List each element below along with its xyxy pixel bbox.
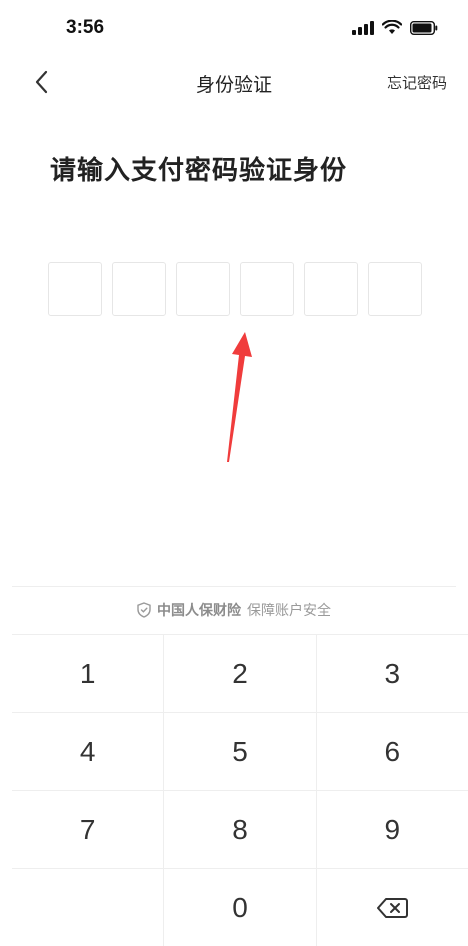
key-4[interactable]: 4	[12, 713, 163, 790]
backspace-icon	[377, 897, 409, 918]
keypad-row: 4 5 6	[12, 712, 468, 790]
status-icons	[352, 20, 438, 35]
shield-icon	[137, 602, 151, 618]
numeric-keypad: 1 2 3 4 5 6 7 8 9 0	[12, 634, 468, 946]
pin-box-5[interactable]	[304, 262, 358, 316]
nav-bar: 身份验证 忘记密码	[0, 60, 468, 104]
keypad-row: 7 8 9	[12, 790, 468, 868]
signal-icon	[352, 20, 374, 35]
pin-box-4[interactable]	[240, 262, 294, 316]
security-tagline: 保障账户安全	[247, 603, 331, 619]
backspace-key[interactable]	[315, 869, 468, 946]
status-time: 3:56	[66, 17, 105, 38]
key-empty	[12, 869, 163, 946]
divider	[12, 586, 456, 587]
status-bar: 3:56	[0, 0, 468, 60]
key-7[interactable]: 7	[12, 791, 163, 868]
pin-box-1[interactable]	[48, 262, 102, 316]
wifi-icon	[382, 20, 402, 34]
pin-box-6[interactable]	[368, 262, 422, 316]
pin-box-2[interactable]	[112, 262, 166, 316]
key-2[interactable]: 2	[163, 635, 315, 712]
instruction-heading: 请输入支付密码验证身份	[50, 156, 348, 186]
keypad-row: 1 2 3	[12, 634, 468, 712]
pin-input[interactable]	[48, 262, 422, 316]
key-0[interactable]: 0	[163, 869, 315, 946]
keypad-row: 0	[12, 868, 468, 946]
key-8[interactable]: 8	[163, 791, 315, 868]
security-brand: 中国人保财险	[157, 603, 241, 619]
security-notice: 中国人保财险 保障账户安全	[0, 600, 468, 620]
key-5[interactable]: 5	[163, 713, 315, 790]
key-1[interactable]: 1	[12, 635, 163, 712]
forgot-password-link[interactable]: 忘记密码	[387, 72, 447, 93]
battery-icon	[410, 20, 438, 35]
pin-box-3[interactable]	[176, 262, 230, 316]
key-3[interactable]: 3	[315, 635, 468, 712]
key-6[interactable]: 6	[315, 713, 468, 790]
key-9[interactable]: 9	[315, 791, 468, 868]
